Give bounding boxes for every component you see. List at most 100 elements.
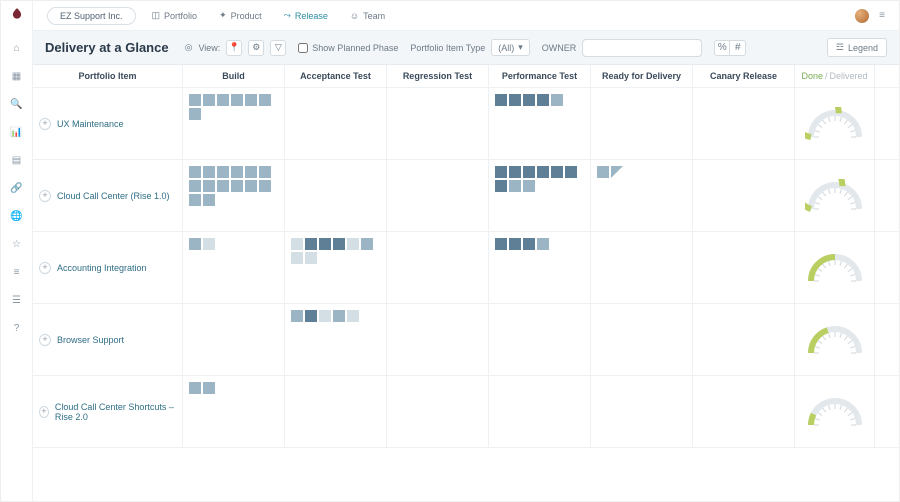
work-item-tile[interactable] [203,382,215,394]
work-item-tile[interactable] [495,94,507,106]
portfolio-item-name[interactable]: Cloud Call Center (Rise 1.0) [57,191,170,201]
work-item-tile[interactable] [189,94,201,106]
work-item-tile[interactable] [203,180,215,192]
work-item-tile[interactable] [189,238,201,250]
work-item-tile[interactable] [523,166,535,178]
work-item-tile[interactable] [495,180,507,192]
work-item-tile[interactable] [611,166,623,178]
work-item-tile[interactable] [495,238,507,250]
work-item-tile[interactable] [245,180,257,192]
grid-icon[interactable]: ▦ [10,69,24,83]
work-item-tile[interactable] [189,194,201,206]
work-item-tile[interactable] [259,94,271,106]
col-acceptance: Acceptance Test [285,65,387,87]
work-item-tile[interactable] [231,94,243,106]
work-item-tile[interactable] [189,382,201,394]
hash-toggle[interactable]: # [730,40,746,56]
work-item-tile[interactable] [217,166,229,178]
portfolio-item-name[interactable]: UX Maintenance [57,119,124,129]
work-item-tile[interactable] [305,310,317,322]
percent-toggle[interactable]: % [714,40,730,56]
work-item-tile[interactable] [333,238,345,250]
work-item-tile[interactable] [509,94,521,106]
work-item-tile[interactable] [347,238,359,250]
work-item-tile[interactable] [245,166,257,178]
portfolio-item-type-select[interactable]: (All) ▾ [491,39,530,56]
nav-product[interactable]: ✦ Product [217,4,264,27]
work-item-tile[interactable] [305,252,317,264]
work-item-tile[interactable] [231,166,243,178]
owner-input[interactable] [582,39,702,57]
work-item-tile[interactable] [509,166,521,178]
expand-button[interactable]: + [39,262,51,274]
link-icon[interactable]: 🔗 [10,181,24,195]
nav-release[interactable]: ⤳ Release [282,4,330,27]
work-item-tile[interactable] [189,180,201,192]
work-item-tile[interactable] [319,238,331,250]
work-item-tile[interactable] [347,310,359,322]
work-item-tile[interactable] [203,166,215,178]
list-icon[interactable]: ☰ [10,293,24,307]
search-icon[interactable]: 🔍 [10,97,24,111]
work-item-tile[interactable] [495,166,507,178]
show-planned-phase-checkbox[interactable]: Show Planned Phase [298,43,398,53]
portfolio-item-name[interactable]: Cloud Call Center Shortcuts – Rise 2.0 [55,402,176,422]
work-item-tile[interactable] [509,180,521,192]
work-item-tile[interactable] [231,180,243,192]
work-item-tile[interactable] [523,94,535,106]
avatar[interactable] [855,9,869,23]
portfolio-item-name[interactable]: Browser Support [57,335,124,345]
work-item-tile[interactable] [203,94,215,106]
work-item-tile[interactable] [259,166,271,178]
work-item-tile[interactable] [523,238,535,250]
menu-icon[interactable]: ≡ [879,10,885,21]
expand-button[interactable]: + [39,406,49,418]
work-item-tile[interactable] [597,166,609,178]
work-item-tile[interactable] [319,310,331,322]
nav-portfolio[interactable]: ◫ Portfolio [150,4,200,27]
work-item-tile[interactable] [203,238,215,250]
star-icon[interactable]: ☆ [10,237,24,251]
work-item-tile[interactable] [259,180,271,192]
view-pin-button[interactable]: 📍 [226,40,242,56]
work-item-tile[interactable] [305,238,317,250]
org-selector[interactable]: EZ Support Inc. [47,7,136,25]
work-item-tile[interactable] [203,194,215,206]
work-item-tile[interactable] [291,310,303,322]
work-item-tile[interactable] [537,94,549,106]
chart-icon[interactable]: 📊 [10,125,24,139]
help-icon[interactable]: ? [10,321,24,335]
expand-button[interactable]: + [39,190,51,202]
work-item-tile[interactable] [537,166,549,178]
work-item-tile[interactable] [217,94,229,106]
table-row: + Browser Support [33,304,899,376]
work-item-tile[interactable] [291,238,303,250]
nav-team[interactable]: ☺ Team [348,5,387,27]
layers-icon[interactable]: ▤ [10,153,24,167]
work-item-tile[interactable] [189,108,201,120]
globe-icon[interactable]: 🌐 [10,209,24,223]
work-item-tile[interactable] [245,94,257,106]
work-item-tile[interactable] [217,180,229,192]
expand-button[interactable]: + [39,118,51,130]
work-item-tile[interactable] [333,310,345,322]
portfolio-item-name[interactable]: Accounting Integration [57,263,147,273]
work-item-tile[interactable] [551,94,563,106]
work-item-tile[interactable] [537,238,549,250]
work-item-tile[interactable] [565,166,577,178]
col-performance: Performance Test [489,65,591,87]
work-item-tile[interactable] [551,166,563,178]
show-planned-phase-input[interactable] [298,43,308,53]
work-item-tile[interactable] [361,238,373,250]
table-row: + Accounting Integration [33,232,899,304]
work-item-tile[interactable] [523,180,535,192]
legend-button[interactable]: ☲ Legend [827,38,887,57]
view-filter-button[interactable]: ▽ [270,40,286,56]
work-item-tile[interactable] [189,166,201,178]
view-gear-button[interactable]: ⚙ [248,40,264,56]
work-item-tile[interactable] [509,238,521,250]
work-item-tile[interactable] [291,252,303,264]
bars-icon[interactable]: ≡ [10,265,24,279]
home-icon[interactable]: ⌂ [10,41,24,55]
expand-button[interactable]: + [39,334,51,346]
